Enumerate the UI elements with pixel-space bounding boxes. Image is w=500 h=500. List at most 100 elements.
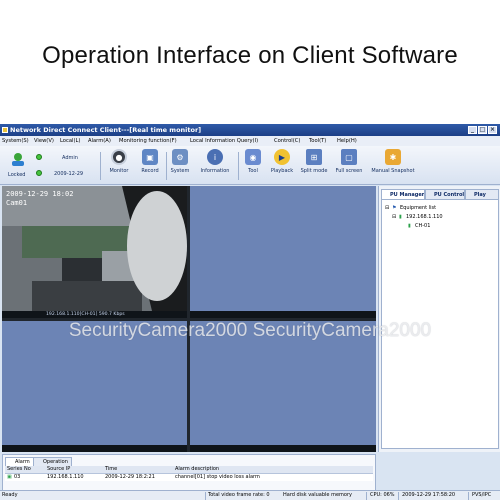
cell-time: 2009-12-29 18:2:21 bbox=[105, 474, 155, 480]
status-indicator-icon bbox=[36, 170, 42, 176]
tab-play[interactable]: Play bbox=[465, 189, 499, 199]
alarm-panel: Alarm Operation Series No Source IP Time… bbox=[2, 454, 376, 492]
date-label: 2009-12-29 bbox=[54, 171, 84, 177]
title-bar: Network Direct Connect Client---[Real ti… bbox=[0, 124, 500, 136]
col-alarm-description: Alarm description bbox=[175, 466, 220, 472]
menu-bar: System(S) View(V) Local(L) Alarm(A) Moni… bbox=[0, 136, 500, 146]
lock-icon[interactable] bbox=[10, 151, 26, 166]
cell-alarm-description: channel[01] stop video loss alarm bbox=[175, 474, 260, 480]
menu-control[interactable]: Control(C) bbox=[274, 136, 300, 146]
playback-icon: ▶ bbox=[274, 149, 290, 165]
status-divider bbox=[398, 492, 399, 500]
status-cpu: CPU: 06% bbox=[370, 492, 395, 498]
tab-pu-control[interactable]: PU Control bbox=[425, 189, 465, 199]
video-cell-2[interactable] bbox=[190, 186, 376, 318]
full-screen-label: Full screen bbox=[335, 168, 363, 174]
video-stream-info: 192.168.1.110[CH-01] 590.7 Kbps bbox=[46, 312, 125, 317]
menu-local-information-query[interactable]: Local Information Query(I) bbox=[190, 136, 258, 146]
information-label: Information bbox=[200, 168, 230, 174]
tool-label: Tool bbox=[248, 168, 258, 174]
record-label: Record bbox=[141, 168, 159, 174]
device-icon: ▮ bbox=[399, 214, 402, 220]
record-button[interactable]: ▣ Record bbox=[138, 149, 162, 174]
channel-icon: ▮ bbox=[408, 223, 411, 229]
osd-timestamp: 2009-12-29 18:02 bbox=[6, 190, 74, 198]
app-icon bbox=[2, 127, 8, 133]
status-divider bbox=[205, 492, 206, 500]
cell-source-ip: 192.168.1.110 bbox=[47, 474, 84, 480]
page-caption: Operation Interface on Client Software bbox=[42, 42, 458, 69]
menu-view[interactable]: View(V) bbox=[34, 136, 54, 146]
client-window: Network Direct Connect Client---[Real ti… bbox=[0, 124, 500, 500]
playback-button[interactable]: ▶ Playback bbox=[268, 149, 296, 174]
lock-status-label: Locked bbox=[8, 172, 26, 178]
camera-feed-image bbox=[2, 186, 187, 311]
tree-channel-label[interactable]: CH-01 bbox=[415, 223, 430, 229]
menu-alarm[interactable]: Alarm(A) bbox=[88, 136, 111, 146]
menu-tool[interactable]: Tool(T) bbox=[309, 136, 326, 146]
status-frame-rate: Total video frame rate: 0 bbox=[208, 492, 270, 498]
col-series-no: Series No bbox=[7, 466, 31, 472]
video-cell-1[interactable]: 2009-12-29 18:02 Cam01 192.168.1.110[CH-… bbox=[2, 186, 187, 318]
menu-system[interactable]: System(S) bbox=[2, 136, 29, 146]
status-datetime: 2009-12-29 17:58:20 bbox=[402, 492, 456, 498]
video-info-bar bbox=[190, 445, 376, 452]
tab-pu-management[interactable]: PU Management bbox=[381, 189, 425, 199]
record-icon: ▣ bbox=[142, 149, 158, 165]
alarm-row-icon: ▣ bbox=[7, 474, 12, 480]
tool-button[interactable]: ◉ Tool bbox=[242, 149, 264, 174]
status-ready: Ready bbox=[2, 492, 18, 498]
split-mode-icon: ⊞ bbox=[306, 149, 322, 165]
tree-device-label[interactable]: 192.168.1.110 bbox=[406, 214, 443, 220]
osd-camera-name: Cam01 bbox=[6, 199, 28, 207]
status-divider bbox=[366, 492, 367, 500]
maximize-button[interactable]: □ bbox=[478, 126, 487, 134]
tool-icon: ◉ bbox=[245, 149, 261, 165]
col-source-ip: Source IP bbox=[47, 466, 71, 472]
status-divider bbox=[468, 492, 469, 500]
side-panel: PU Management PU Control Play ⊟ ⚑ Equipm… bbox=[378, 186, 500, 452]
toolbar-divider bbox=[100, 152, 101, 180]
menu-help[interactable]: Help(H) bbox=[337, 136, 357, 146]
snapshot-icon: ✱ bbox=[385, 149, 401, 165]
tree-root-label[interactable]: Equipment list bbox=[400, 205, 436, 211]
split-mode-label: Split mode bbox=[300, 168, 328, 174]
information-button[interactable]: i Information bbox=[196, 149, 234, 174]
fullscreen-icon: ▢ bbox=[341, 149, 357, 165]
menu-monitoring-function[interactable]: Monitoring function(F) bbox=[119, 136, 177, 146]
video-info-bar bbox=[2, 445, 187, 452]
manual-snapshot-button[interactable]: ✱ Manual Snapshot bbox=[370, 149, 416, 174]
col-time: Time bbox=[105, 466, 118, 472]
tree-expand-icon[interactable]: ⊟ bbox=[385, 205, 389, 211]
toolbar: Locked Admin 2009-12-29 ● Monitor ▣ Reco… bbox=[0, 146, 500, 185]
split-mode-button[interactable]: ⊞ Split mode bbox=[298, 149, 330, 174]
video-info-bar: 192.168.1.110[CH-01] 590.7 Kbps bbox=[2, 311, 187, 318]
tab-operation[interactable]: Operation bbox=[33, 457, 72, 466]
equipment-list-icon: ⚑ bbox=[392, 205, 397, 211]
monitor-label: Monitor bbox=[109, 168, 129, 174]
close-button[interactable]: × bbox=[488, 126, 497, 134]
tab-alarm[interactable]: Alarm bbox=[5, 457, 34, 466]
minimize-button[interactable]: _ bbox=[468, 126, 477, 134]
watermark: SecurityCamera2000 SecurityCamera2000 bbox=[68, 320, 432, 341]
status-indicator-icon bbox=[36, 154, 42, 160]
toolbar-divider bbox=[238, 152, 239, 180]
status-disk-memory: Hard disk valuable memory bbox=[283, 492, 352, 498]
monitor-icon: ● bbox=[111, 149, 127, 165]
toolbar-divider bbox=[166, 152, 167, 180]
info-icon: i bbox=[207, 149, 223, 165]
video-grid: 2009-12-29 18:02 Cam01 192.168.1.110[CH-… bbox=[2, 186, 376, 452]
system-icon: ⚙ bbox=[172, 149, 188, 165]
video-info-bar bbox=[190, 311, 376, 318]
status-mode: PVS/IPC bbox=[472, 492, 492, 498]
playback-label: Playback bbox=[270, 168, 294, 174]
tree-expand-icon[interactable]: ⊟ bbox=[392, 214, 396, 220]
table-row[interactable]: ▣ 03 192.168.1.110 2009-12-29 18:2:21 ch… bbox=[5, 474, 373, 481]
cell-series-no: 03 bbox=[14, 474, 21, 480]
full-screen-button[interactable]: ▢ Full screen bbox=[332, 149, 366, 174]
system-label: System bbox=[170, 168, 190, 174]
menu-local[interactable]: Local(L) bbox=[60, 136, 80, 146]
window-title: Network Direct Connect Client---[Real ti… bbox=[10, 126, 202, 134]
monitor-button[interactable]: ● Monitor bbox=[106, 149, 132, 174]
system-button[interactable]: ⚙ System bbox=[168, 149, 192, 174]
